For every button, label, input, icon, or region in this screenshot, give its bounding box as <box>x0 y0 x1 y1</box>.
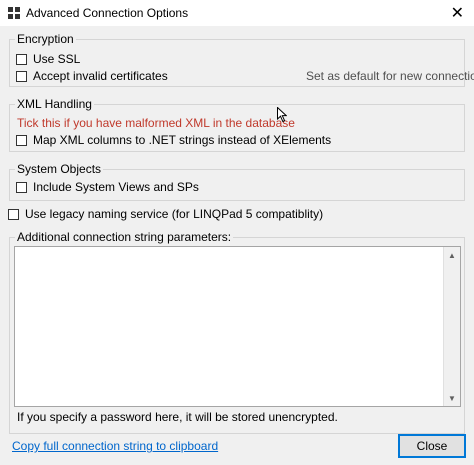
map-xml-columns-checkbox[interactable]: Map XML columns to .NET strings instead … <box>16 133 331 147</box>
close-icon[interactable]: ✕ <box>451 3 464 22</box>
legacy-naming-checkbox[interactable]: Use legacy naming service (for LINQPad 5… <box>8 207 323 221</box>
map-xml-columns-label: Map XML columns to .NET strings instead … <box>33 133 332 147</box>
use-ssl-label: Use SSL <box>33 52 81 66</box>
additional-params-textarea[interactable]: ▲ ▼ <box>14 246 461 407</box>
title-bar: Advanced Connection Options ✕ <box>0 0 474 26</box>
legacy-naming-label: Use legacy naming service (for LINQPad 5… <box>25 207 324 221</box>
scroll-down-icon[interactable]: ▼ <box>444 390 460 406</box>
accept-invalid-certs-checkbox[interactable]: Accept invalid certificates <box>16 69 168 83</box>
accept-invalid-certs-label: Accept invalid certificates <box>33 69 168 83</box>
dialog-body: Encryption Use SSL Accept invalid certif… <box>0 26 474 465</box>
include-system-views-label: Include System Views and SPs <box>33 180 199 194</box>
checkbox-box[interactable] <box>16 53 27 65</box>
set-default-link[interactable]: Set as default for new connections <box>306 69 474 83</box>
xml-warning-text: Tick this if you have malformed XML in t… <box>17 116 295 130</box>
window-title: Advanced Connection Options <box>26 6 189 20</box>
system-objects-legend: System Objects <box>15 162 104 176</box>
scroll-up-icon[interactable]: ▲ <box>444 247 460 263</box>
checkbox-box[interactable] <box>16 181 27 193</box>
include-system-views-checkbox[interactable]: Include System Views and SPs <box>16 180 199 194</box>
use-ssl-checkbox[interactable]: Use SSL <box>16 52 80 66</box>
checkbox-box[interactable] <box>16 70 27 82</box>
password-warning-text: If you specify a password here, it will … <box>17 410 338 424</box>
mouse-cursor-icon <box>277 107 287 123</box>
set-default-label[interactable]: Set as default for new connections <box>306 69 474 83</box>
checkbox-box[interactable] <box>8 208 19 220</box>
xml-warning-label: Tick this if you have malformed XML in t… <box>17 116 295 130</box>
app-icon <box>8 7 20 19</box>
close-button[interactable]: Close <box>398 434 466 458</box>
vertical-scrollbar[interactable]: ▲ ▼ <box>443 247 460 406</box>
encryption-legend: Encryption <box>15 32 76 46</box>
checkbox-box[interactable] <box>16 134 27 146</box>
copy-connection-string-link[interactable]: Copy full connection string to clipboard <box>12 439 218 453</box>
password-warning-label: If you specify a password here, it will … <box>17 410 338 424</box>
xml-handling-legend: XML Handling <box>15 97 94 111</box>
additional-params-legend: Additional connection string parameters: <box>15 230 234 244</box>
